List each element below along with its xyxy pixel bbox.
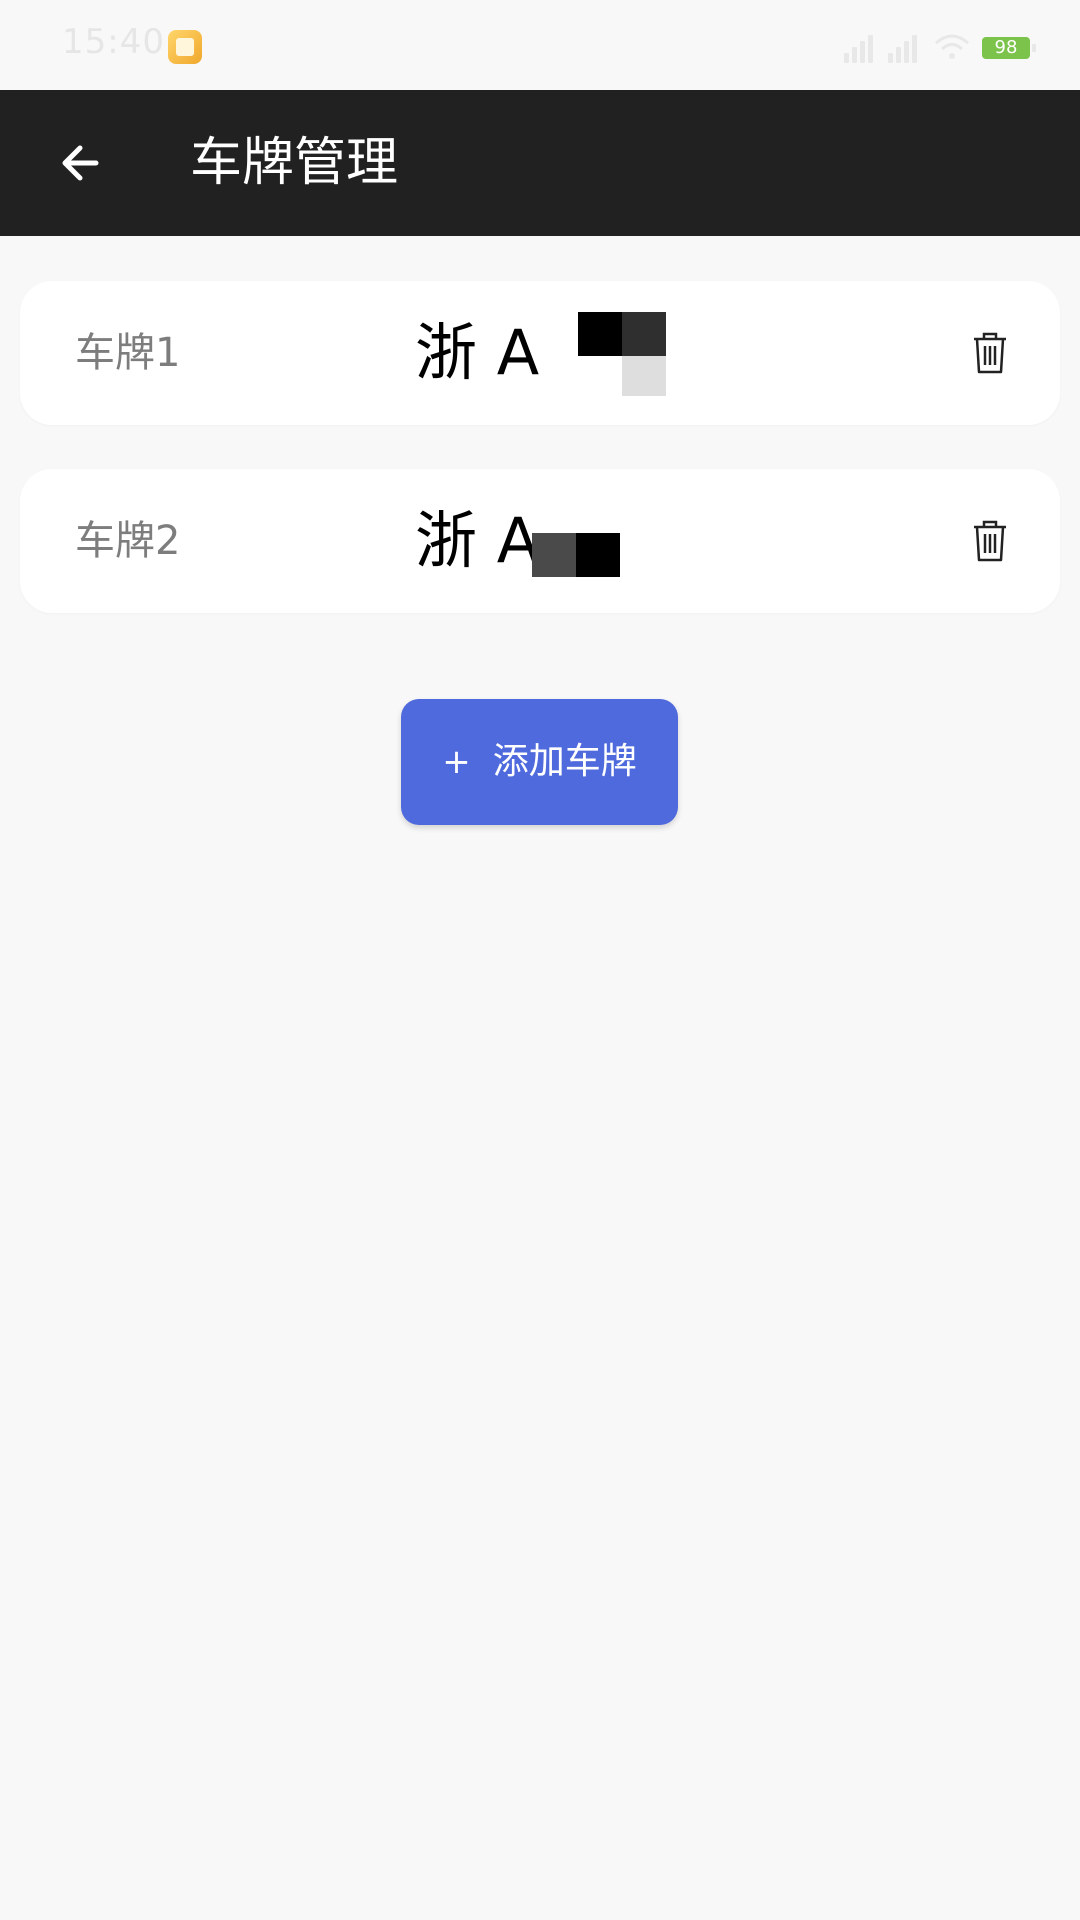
plate-number: 浙 A [415,504,540,577]
trash-icon [974,332,1006,374]
redaction-mask [622,312,666,356]
notification-app-icon [168,30,202,64]
redaction-mask [622,356,666,396]
status-time: 15:40 [62,22,165,62]
redaction-mask [532,533,576,577]
add-plate-button[interactable]: + 添加车牌 [401,699,678,825]
page-title: 车牌管理 [190,133,399,193]
delete-plate-button[interactable] [960,511,1020,571]
add-plate-label: 添加车牌 [492,741,637,782]
battery-icon: 98 [982,37,1036,59]
plate-number: 浙 A [415,316,540,389]
app-bar: 车牌管理 [0,90,1080,236]
trash-icon [974,520,1006,562]
signal-icon [844,33,878,63]
wifi-icon [932,33,972,63]
status-indicators: 98 [844,28,1036,68]
delete-plate-button[interactable] [960,323,1020,383]
plate-card-2: 车牌2 浙 A [20,469,1060,613]
back-button[interactable] [40,123,120,203]
signal-icon [888,33,922,63]
status-bar: 15:40 98 [0,0,1080,90]
plate-label: 车牌2 [75,518,181,564]
redaction-mask [576,533,620,577]
arrow-left-icon [62,145,99,181]
redaction-mask [578,312,622,356]
plate-card-1: 车牌1 浙 A [20,281,1060,425]
plus-icon: + [442,742,471,782]
plate-label: 车牌1 [75,330,181,376]
